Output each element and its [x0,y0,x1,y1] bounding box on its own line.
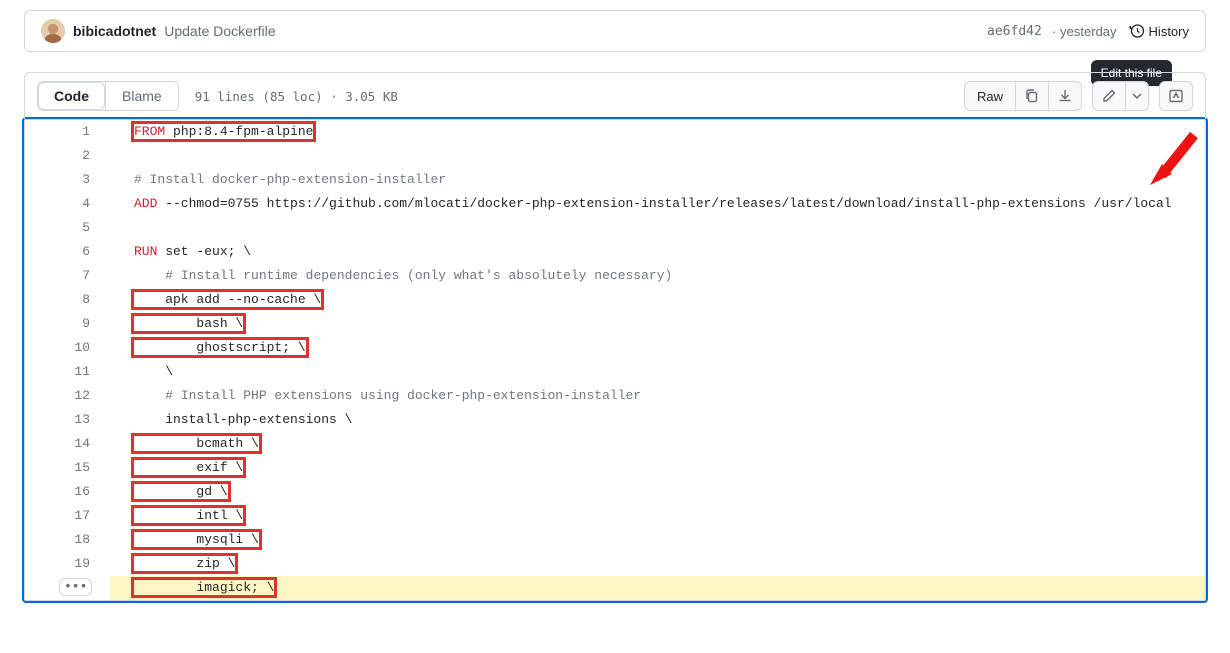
raw-button[interactable]: Raw [964,81,1016,111]
line-number[interactable]: 7 [25,264,110,288]
copy-icon [1024,88,1040,104]
code-cell[interactable]: imagick; \ [110,576,1205,600]
code-line: 3# Install docker-php-extension-installe… [25,168,1205,192]
line-number[interactable]: 16 [25,480,110,504]
view-tabs: Code Blame [37,81,179,111]
commit-author-link[interactable]: bibicadotnet [73,23,156,39]
code-line: 14 bcmath \ [25,432,1205,456]
line-number[interactable]: 12 [25,384,110,408]
code-cell[interactable]: mysqli \ [110,528,1205,552]
line-number[interactable]: 4 [25,192,110,216]
line-number[interactable]: 6 [25,240,110,264]
code-line: 9 bash \ [25,312,1205,336]
commit-sha[interactable]: ae6fd42 [987,24,1042,39]
commit-message[interactable]: Update Dockerfile [164,23,275,39]
code-line: 11 \ [25,360,1205,384]
line-number[interactable]: 15 [25,456,110,480]
commit-time: yesterday [1060,24,1116,39]
line-number[interactable]: 8 [25,288,110,312]
code-line: 8 apk add --no-cache \ [25,288,1205,312]
separator-dot: · [1052,24,1056,39]
code-line: 17 intl \ [25,504,1205,528]
line-number[interactable]: 1 [25,120,110,144]
edit-button[interactable] [1092,81,1126,111]
line-number[interactable]: 19 [25,552,110,576]
code-line: 2 [25,144,1205,168]
download-button[interactable] [1049,81,1082,111]
code-cell[interactable] [110,144,1205,168]
code-line: 5 [25,216,1205,240]
code-table: 1FROM php:8.4-fpm-alpine2 3# Install doc… [25,120,1205,600]
code-cell[interactable]: gd \ [110,480,1205,504]
copy-button[interactable] [1016,81,1049,111]
code-cell[interactable]: apk add --no-cache \ [110,288,1205,312]
tab-code[interactable]: Code [38,82,105,110]
code-line: 13 install-php-extensions \ [25,408,1205,432]
line-number[interactable]: 17 [25,504,110,528]
tab-blame[interactable]: Blame [105,82,178,110]
line-number[interactable]: 9 [25,312,110,336]
code-viewer: 1FROM php:8.4-fpm-alpine2 3# Install doc… [24,119,1206,601]
file-meta: 91 lines (85 loc) · 3.05 KB [195,89,398,104]
line-number[interactable]: 14 [25,432,110,456]
line-number[interactable]: 20••• [25,576,110,600]
code-cell[interactable]: exif \ [110,456,1205,480]
code-cell[interactable]: # Install PHP extensions using docker-ph… [110,384,1205,408]
line-actions-button[interactable]: ••• [59,578,92,596]
avatar[interactable] [41,19,65,43]
code-line: 1FROM php:8.4-fpm-alpine [25,120,1205,144]
line-number[interactable]: 18 [25,528,110,552]
code-cell[interactable]: zip \ [110,552,1205,576]
code-cell[interactable]: intl \ [110,504,1205,528]
code-cell[interactable]: ghostscript; \ [110,336,1205,360]
symbols-button[interactable] [1159,81,1193,111]
code-cell[interactable]: FROM php:8.4-fpm-alpine [110,120,1205,144]
code-line: 12 # Install PHP extensions using docker… [25,384,1205,408]
line-number[interactable]: 2 [25,144,110,168]
code-line: 15 exif \ [25,456,1205,480]
file-header: Code Blame 91 lines (85 loc) · 3.05 KB R… [24,72,1206,119]
caret-down-icon [1132,91,1142,101]
line-number[interactable]: 11 [25,360,110,384]
pencil-icon [1101,88,1117,104]
code-cell[interactable]: # Install docker-php-extension-installer [110,168,1205,192]
line-number[interactable]: 10 [25,336,110,360]
code-cell[interactable]: install-php-extensions \ [110,408,1205,432]
code-line: 19 zip \ [25,552,1205,576]
edit-menu-button[interactable] [1126,81,1149,111]
code-line: 20••• imagick; \ [25,576,1205,600]
code-cell[interactable] [110,216,1205,240]
code-line: 10 ghostscript; \ [25,336,1205,360]
line-number[interactable]: 13 [25,408,110,432]
download-icon [1057,88,1073,104]
code-cell[interactable]: RUN set -eux; \ [110,240,1205,264]
code-line: 6RUN set -eux; \ [25,240,1205,264]
code-cell[interactable]: ADD --chmod=0755 https://github.com/mloc… [110,192,1205,216]
history-link[interactable]: History [1129,23,1189,39]
commit-bar: bibicadotnet Update Dockerfile ae6fd42 ·… [24,10,1206,52]
code-cell[interactable]: bash \ [110,312,1205,336]
file-toolbar: Raw [964,81,1193,111]
code-cell[interactable]: bcmath \ [110,432,1205,456]
code-line: 4ADD --chmod=0755 https://github.com/mlo… [25,192,1205,216]
code-line: 7 # Install runtime dependencies (only w… [25,264,1205,288]
line-number[interactable]: 3 [25,168,110,192]
code-line: 16 gd \ [25,480,1205,504]
code-cell[interactable]: \ [110,360,1205,384]
symbols-icon [1168,88,1184,104]
line-number[interactable]: 5 [25,216,110,240]
code-cell[interactable]: # Install runtime dependencies (only wha… [110,264,1205,288]
history-icon [1129,23,1145,39]
history-label: History [1149,24,1189,39]
code-line: 18 mysqli \ [25,528,1205,552]
